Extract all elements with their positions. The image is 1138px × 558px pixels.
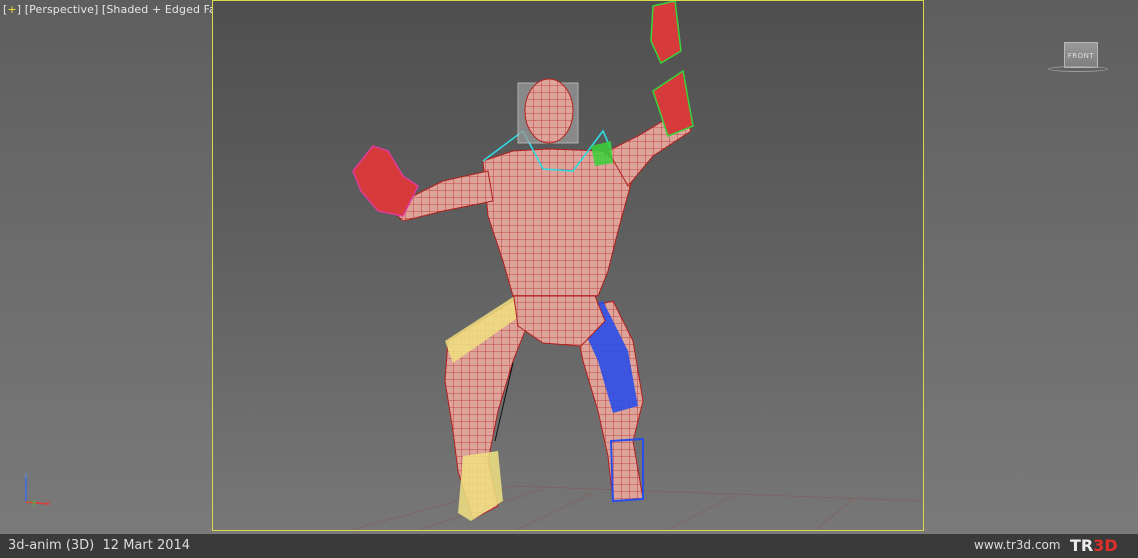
logo-t: T [1070,536,1081,555]
view-type-label[interactable]: Perspective [29,3,94,16]
head[interactable] [517,78,579,144]
axis-z-label: z [24,472,28,480]
axis-y-label: y [32,499,36,507]
viewcube[interactable]: FRONT [1048,38,1108,74]
tr3d-logo: TR3D [1070,536,1134,556]
viewcube-front-face[interactable]: FRONT [1064,42,1098,68]
safe-frame [212,0,924,531]
status-bar: 3d-anim (3D) 12 Mart 2014 www.tr3d.com T… [0,534,1138,558]
axis-tripod-icon: z y x [24,472,50,507]
logo-r: R [1080,536,1094,555]
character-scene[interactable] [213,1,924,531]
viewport-background[interactable]: [+] [Perspective] [Shaded + Edged Faces] [0,0,1138,534]
status-caption: 3d-anim (3D) 12 Mart 2014 [8,538,190,553]
status-url[interactable]: www.tr3d.com [974,538,1061,552]
right-leg[interactable] [444,297,535,521]
right-arm[interactable] [352,145,494,222]
status-date: 12 Mart 2014 [102,538,191,553]
status-title: 3d-anim (3D) [8,538,95,553]
viewport-label[interactable]: [+] [Perspective] [Shaded + Edged Faces] [3,3,239,16]
viewcube-compass-ring[interactable] [1048,66,1108,72]
left-arm[interactable] [591,1,694,187]
logo-3d: 3D [1093,536,1118,555]
axis-x-label: x [46,499,50,507]
viewport-menu-plus[interactable]: + [7,3,16,16]
torso[interactable] [482,148,634,297]
